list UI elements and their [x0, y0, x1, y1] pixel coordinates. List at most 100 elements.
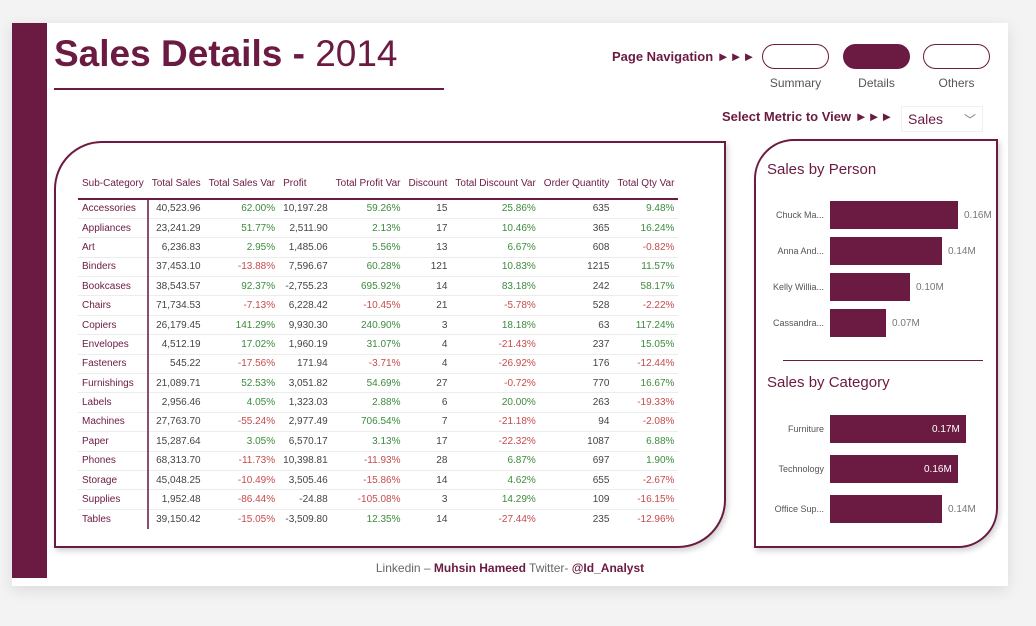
cell-discount: 14	[404, 470, 452, 491]
cell-total-sales-var: 52.53%	[204, 373, 280, 394]
cell-sub-category: Furnishings	[78, 373, 149, 394]
cell-total-discount-var: 20.00%	[451, 392, 540, 413]
cell-total-qty-var: 1.90%	[613, 451, 679, 471]
nav-caption-summary[interactable]: Summary	[762, 76, 829, 90]
cell-total-qty-var: 16.24%	[613, 218, 679, 239]
bar-row[interactable]: Cassandra... 0.07M	[756, 309, 996, 337]
cell-discount: 14	[436, 513, 448, 525]
cell-discount: 17	[404, 218, 452, 239]
cell-profit: 1,485.06	[279, 237, 332, 258]
cell-total-sales: 6,236.83	[147, 237, 205, 258]
nav-caption-others[interactable]: Others	[923, 76, 990, 90]
bar-row[interactable]: Furniture 0.17M	[756, 415, 996, 443]
table-row[interactable]: Chairs 71,734.53 -7.13% 6,228.42 -10.45% 21 -5…	[78, 295, 679, 316]
cell-order-quantity: 1215	[539, 257, 614, 278]
bar-row[interactable]: Office Sup... 0.14M	[756, 495, 996, 523]
table-row[interactable]: Labels 2,956.46 4.05% 1,323.03 2.88% 6 20.00% 2…	[78, 392, 679, 413]
table-row[interactable]: Paper 15,287.64 3.05% 6,570.17 3.13% 17 -22.32…	[78, 431, 679, 452]
table-row[interactable]: Art 6,236.83 2.95% 1,485.06 5.56% 13 6.67% 608-…	[78, 237, 679, 258]
cell-profit: 9,930.30	[279, 315, 332, 336]
column-header-total-qty-var[interactable]: Total Qty Var	[613, 169, 679, 200]
sales-by-category-title: Sales by Category	[767, 374, 890, 391]
cell-total-sales-var: 92.37%	[204, 276, 280, 297]
cell-total-sales: 545.22	[147, 354, 205, 375]
table-row[interactable]: Envelopes 4,512.19 17.02% 1,960.19 31.07% 4 -2…	[78, 334, 679, 355]
footer-credits: Linkedin – Muhsin Hameed Twitter- @Id_An…	[12, 561, 1008, 575]
cell-sub-category: Chairs	[78, 295, 149, 316]
cell-total-sales: 26,179.45	[147, 315, 205, 336]
column-header-total-profit-var[interactable]: Total Profit Var	[331, 169, 405, 200]
cell-total-discount-var: 14.29%	[451, 489, 540, 510]
cell-profit: 1,960.19	[279, 334, 332, 355]
report-page: Sales Details - 2014 Page Navigation ►►►…	[12, 23, 1008, 586]
table-row[interactable]: Storage 45,048.25 -10.49% 3,505.46 -15.86% 14…	[78, 470, 679, 491]
nav-button-details[interactable]	[843, 44, 910, 69]
chart-divider	[783, 360, 983, 361]
cell-total-sales-var: -11.73%	[204, 451, 280, 471]
bar[interactable]	[830, 495, 942, 523]
table-row[interactable]: Accessories 40,523.96 62.00% 10,197.28 59.26…	[78, 199, 679, 219]
bar-value-label: 0.14M	[948, 504, 976, 515]
table-row[interactable]: Supplies 1,952.48 -86.44% -24.88 -105.08% 3 14…	[78, 489, 679, 510]
nav-button-others[interactable]	[923, 44, 990, 69]
footer-twitter-handle[interactable]: @Id_Analyst	[572, 561, 644, 575]
cell-discount: 3	[404, 315, 452, 336]
cell-total-discount-var: -0.72%	[451, 373, 540, 394]
column-header-discount[interactable]: Discount	[404, 169, 452, 200]
metric-dropdown[interactable]: Sales ﹀	[901, 106, 983, 132]
cell-profit: 171.94	[279, 354, 332, 375]
bar-row[interactable]: Technology 0.16M	[756, 455, 996, 483]
column-header-total-discount-var[interactable]: Total Discount Var	[451, 169, 540, 200]
cell-discount: 28	[404, 451, 452, 471]
cell-total-qty-var: 11.57%	[613, 257, 679, 278]
bar[interactable]	[830, 273, 910, 301]
table-row[interactable]: Bookcases 38,543.57 92.37% -2,755.23 695.92%…	[78, 276, 679, 297]
page-title-year: 2014	[315, 33, 398, 74]
column-header-total-sales-var[interactable]: Total Sales Var	[204, 169, 280, 200]
cell-total-discount-var: -5.78%	[451, 295, 540, 316]
cell-total-sales-var: -13.88%	[204, 257, 280, 278]
nav-button-summary[interactable]	[762, 44, 829, 69]
bar-row[interactable]: Chuck Ma... 0.16M	[756, 201, 996, 229]
cell-total-sales-var: -55.24%	[204, 412, 280, 433]
cell-total-qty-var: -2.08%	[613, 412, 679, 433]
table-row[interactable]: Machines 27,763.70 -55.24% 2,977.49 706.54% 7…	[78, 412, 679, 433]
cell-order-quantity: 528	[539, 295, 614, 316]
bar-row[interactable]: Kelly Willia... 0.10M	[756, 273, 996, 301]
bar-value-label: 0.10M	[916, 282, 944, 293]
column-header-order-quantity[interactable]: Order Quantity	[539, 169, 614, 200]
cell-profit: 10,398.81	[279, 451, 332, 471]
cell-order-quantity: 63	[539, 315, 614, 336]
footer-author-name[interactable]: Muhsin Hameed	[434, 561, 526, 575]
column-header-total-sales[interactable]: Total Sales	[147, 169, 205, 200]
cell-total-sales: 15,287.64	[147, 431, 205, 452]
table-row[interactable]: Fasteners 545.22 -17.56% 171.94 -3.71% 4 -26.9…	[78, 354, 679, 375]
chevron-down-icon: ﹀	[963, 112, 976, 127]
column-header-sub-category[interactable]: Sub-Category	[78, 169, 148, 200]
sales-by-person-title: Sales by Person	[767, 161, 877, 178]
column-header-profit[interactable]: Profit	[279, 169, 332, 200]
table-row[interactable]: Tables 39,150.42 -15.05% -3,509.80 12.35% 14 -…	[78, 509, 678, 529]
cell-discount: 4	[404, 334, 452, 355]
table-row[interactable]: Furnishings 21,089.71 52.53% 3,051.82 54.69%…	[78, 373, 679, 394]
table-row[interactable]: Phones 68,313.70 -11.73% 10,398.81 -11.93% 28…	[78, 451, 679, 471]
table-row[interactable]: Copiers 26,179.45 141.29% 9,930.30 240.90% 3 1…	[78, 315, 679, 336]
cell-discount: 13	[404, 237, 452, 258]
bar[interactable]	[830, 237, 942, 265]
cell-order-quantity: 109	[539, 489, 614, 510]
cell-total-sales-var: 2.95%	[204, 237, 280, 258]
nav-caption-details[interactable]: Details	[843, 76, 910, 90]
table-row[interactable]: Binders 37,453.10 -13.88% 7,596.67 60.28% 121…	[78, 257, 679, 278]
cell-profit: -2,755.23	[279, 276, 332, 297]
cell-total-sales: 68,313.70	[147, 451, 205, 471]
cell-total-profit-var: 695.92%	[331, 276, 405, 297]
bar[interactable]	[830, 201, 958, 229]
cell-total-profit-var: -105.08%	[331, 489, 405, 510]
cell-profit: 10,197.28	[279, 199, 332, 219]
bar[interactable]	[830, 309, 886, 337]
cell-total-qty-var: 117.24%	[613, 315, 679, 336]
bar-row[interactable]: Anna And... 0.14M	[756, 237, 996, 265]
table-body: Accessories 40,523.96 62.00% 10,197.28 59.26…	[78, 199, 679, 529]
table-row[interactable]: Appliances 23,241.29 51.77% 2,511.90 2.13% 17…	[78, 218, 679, 239]
cell-total-sales: 1,952.48	[147, 489, 205, 510]
